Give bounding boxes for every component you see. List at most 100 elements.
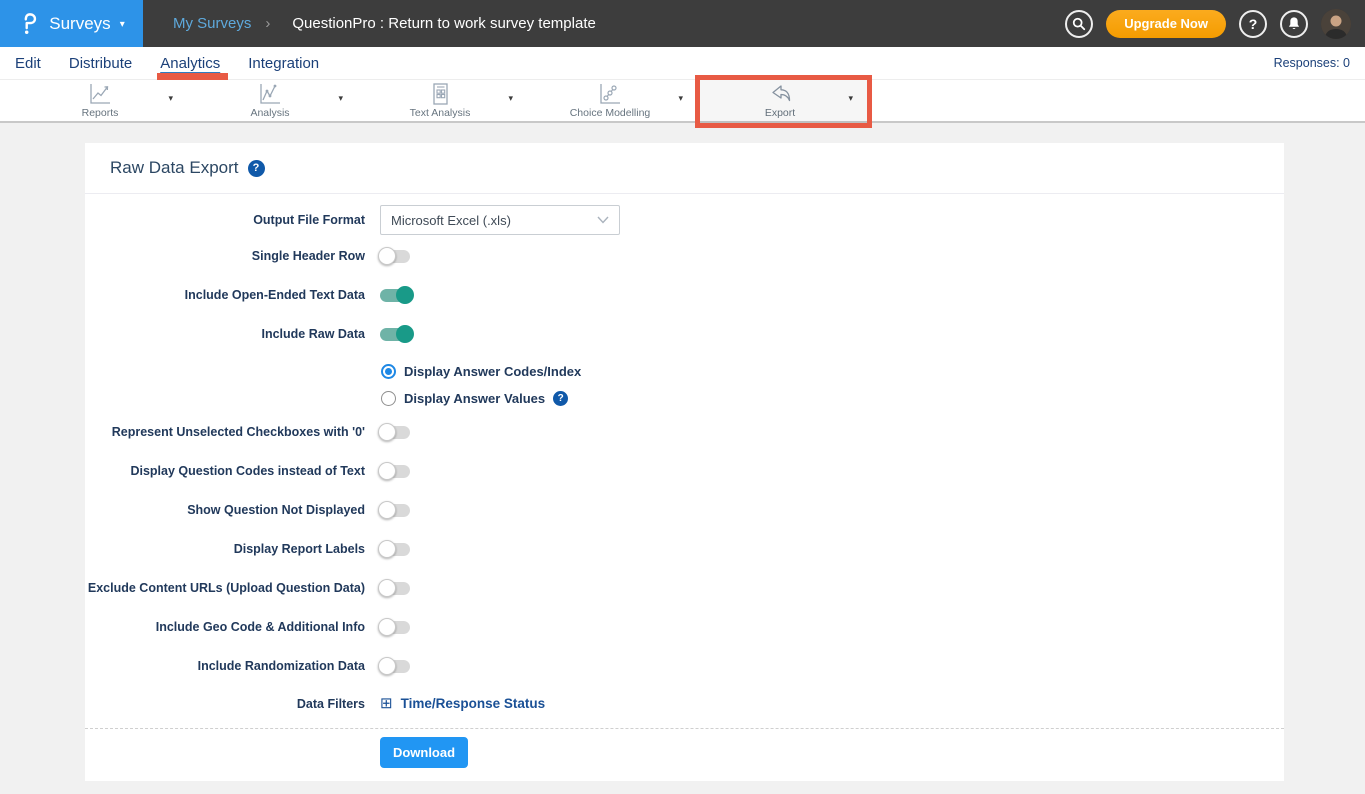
questionpro-logo-icon: [18, 11, 40, 37]
raw-data-export-panel: Raw Data Export ? Output File Format Mic…: [85, 143, 1284, 781]
randomization-data-row: Include Randomization Data: [85, 651, 1284, 681]
toolbar-item-export[interactable]: ▾ Export: [695, 80, 865, 121]
field-label: Include Randomization Data: [85, 659, 365, 673]
export-settings-form: Output File Format Microsoft Excel (.xls…: [85, 194, 1284, 768]
field-label: Represent Unselected Checkboxes with '0': [85, 425, 365, 439]
search-button[interactable]: [1065, 10, 1093, 38]
toggle-knob: [396, 325, 414, 343]
surveys-menu-button[interactable]: Surveys ▾: [0, 0, 143, 47]
field-label: Single Header Row: [85, 249, 365, 263]
data-filters-row: Data Filters ⊞ Time/Response Status: [85, 690, 1284, 717]
toggle-knob: [378, 501, 396, 519]
user-photo: [1321, 9, 1351, 39]
chevron-down-icon[interactable]: ▾: [848, 93, 853, 104]
help-icon[interactable]: ?: [248, 160, 265, 177]
analytics-annotation-underline: [157, 73, 228, 80]
responses-count: Responses: 0: [1274, 56, 1350, 70]
toolbar-item-label: Choice Modelling: [570, 107, 651, 119]
toggle-knob: [378, 462, 396, 480]
exclude-content-urls-toggle[interactable]: [380, 582, 410, 595]
avatar[interactable]: [1321, 9, 1351, 39]
export-arrow-icon: [767, 82, 793, 106]
open-ended-row: Include Open-Ended Text Data: [85, 280, 1284, 310]
toolbar-item-reports[interactable]: ▾ Reports: [15, 80, 185, 121]
question-mark-icon: ?: [1249, 16, 1258, 32]
toggle-knob: [378, 579, 396, 597]
chevron-down-icon[interactable]: ▾: [338, 93, 343, 104]
report-labels-toggle[interactable]: [380, 543, 410, 556]
raw-data-row: Include Raw Data: [85, 319, 1284, 349]
chevron-down-icon: ▾: [120, 19, 125, 30]
question-not-displayed-toggle[interactable]: [380, 504, 410, 517]
breadcrumb-separator: ›: [265, 15, 270, 32]
field-label: Include Open-Ended Text Data: [85, 288, 365, 302]
chevron-down-icon[interactable]: ▾: [678, 93, 683, 104]
panel-header: Raw Data Export ?: [85, 143, 1284, 194]
radio-label: Display Answer Codes/Index: [404, 364, 581, 379]
breadcrumb: My Surveys › QuestionPro : Return to wor…: [173, 15, 596, 32]
randomization-data-toggle[interactable]: [380, 660, 410, 673]
single-header-row-toggle[interactable]: [380, 250, 410, 263]
display-answer-values-radio[interactable]: [381, 391, 396, 406]
bell-icon: [1287, 16, 1301, 31]
tab-analytics[interactable]: Analytics: [160, 55, 220, 72]
toggle-rows-group: Represent Unselected Checkboxes with '0'…: [85, 417, 1284, 681]
help-menu-button[interactable]: ?: [1239, 10, 1267, 38]
output-format-row: Output File Format Microsoft Excel (.xls…: [85, 205, 1284, 235]
toolbar-item-label: Text Analysis: [410, 107, 471, 119]
question-not-displayed-row: Show Question Not Displayed: [85, 495, 1284, 525]
unselected-checkboxes-toggle[interactable]: [380, 426, 410, 439]
toolbar-item-choice-modelling[interactable]: ▾ Choice Modelling: [525, 80, 695, 121]
line-chart-icon: [87, 82, 113, 106]
chevron-down-icon: [597, 216, 609, 224]
document-grid-icon: [428, 82, 452, 106]
chevron-down-icon[interactable]: ▾: [168, 93, 173, 104]
unselected-checkboxes-row: Represent Unselected Checkboxes with '0': [85, 417, 1284, 447]
field-label: Display Report Labels: [85, 542, 365, 556]
report-labels-row: Display Report Labels: [85, 534, 1284, 564]
toolbar-item-label: Reports: [82, 107, 119, 119]
toggle-knob: [378, 423, 396, 441]
tab-edit[interactable]: Edit: [15, 55, 41, 72]
toggle-knob: [378, 657, 396, 675]
field-label: Output File Format: [85, 213, 365, 227]
toggle-knob: [396, 286, 414, 304]
panel-title: Raw Data Export: [110, 158, 239, 178]
toggle-knob: [378, 540, 396, 558]
display-answer-codes-radio[interactable]: [381, 364, 396, 379]
question-codes-toggle[interactable]: [380, 465, 410, 478]
time-response-status-link[interactable]: Time/Response Status: [401, 696, 546, 711]
output-format-select[interactable]: Microsoft Excel (.xls): [380, 205, 620, 235]
toolbar-item-text-analysis[interactable]: ▾ Text Analysis: [355, 80, 525, 121]
include-open-ended-toggle[interactable]: [380, 289, 410, 302]
download-row: Download: [85, 737, 1284, 768]
scatter-chart-icon: [597, 82, 623, 106]
selected-option: Microsoft Excel (.xls): [391, 213, 511, 228]
toolbar-item-analysis[interactable]: ▾ Analysis: [185, 80, 355, 121]
field-label: Exclude Content URLs (Upload Question Da…: [85, 581, 365, 595]
toolbar-item-label: Analysis: [250, 107, 289, 119]
geo-code-row: Include Geo Code & Additional Info: [85, 612, 1284, 642]
page-title: QuestionPro : Return to work survey temp…: [292, 15, 595, 32]
top-header: Surveys ▾ My Surveys › QuestionPro : Ret…: [0, 0, 1365, 47]
help-icon[interactable]: ?: [553, 391, 568, 406]
single-header-row: Single Header Row: [85, 241, 1284, 271]
geo-code-toggle[interactable]: [380, 621, 410, 634]
product-name: Surveys: [49, 14, 110, 34]
exclude-content-urls-row: Exclude Content URLs (Upload Question Da…: [85, 573, 1284, 603]
download-button[interactable]: Download: [380, 737, 468, 768]
tab-integration[interactable]: Integration: [248, 55, 319, 72]
form-footer-divider: [85, 728, 1284, 729]
field-label: Show Question Not Displayed: [85, 503, 365, 517]
chevron-down-icon[interactable]: ▾: [508, 93, 513, 104]
field-label: Data Filters: [85, 697, 365, 711]
include-raw-data-toggle[interactable]: [380, 328, 410, 341]
upgrade-now-button[interactable]: Upgrade Now: [1106, 10, 1226, 38]
plus-box-icon[interactable]: ⊞: [380, 696, 393, 711]
answer-codes-radio-row: Display Answer Codes/Index: [85, 358, 1284, 385]
tab-distribute[interactable]: Distribute: [69, 55, 132, 72]
toolbar-item-label: Export: [765, 107, 795, 119]
breadcrumb-my-surveys[interactable]: My Surveys: [173, 15, 251, 32]
notifications-button[interactable]: [1280, 10, 1308, 38]
search-icon: [1072, 17, 1086, 31]
